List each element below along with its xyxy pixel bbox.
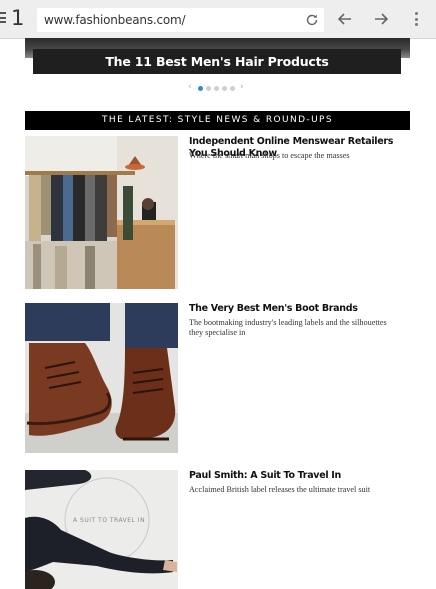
article-thumbnail-store[interactable] (25, 136, 178, 289)
forward-arrow-icon[interactable] (372, 10, 390, 28)
url-text[interactable]: www.fashionbeans.com/ (44, 13, 186, 27)
article-description: Where the smart man shops to escape the … (189, 151, 350, 160)
article-thumbnail-suit[interactable]: A SUIT TO TRAVEL IN (25, 470, 178, 589)
article-title[interactable]: The Very Best Men's Boot Brands (189, 303, 410, 315)
slider-dot[interactable] (230, 86, 235, 91)
reload-icon[interactable] (304, 12, 320, 28)
section-header: THE LATEST: STYLE NEWS & ROUND-UPS (25, 111, 410, 130)
hero-slide-title[interactable]: The 11 Best Men's Hair Products (33, 49, 401, 74)
article-description: Acclaimed British label releases the ult… (189, 485, 371, 494)
slider-dot[interactable] (222, 86, 227, 91)
article-card: The Very Best Men's Boot Brands The boot… (25, 303, 410, 453)
back-arrow-icon[interactable] (336, 10, 354, 28)
image-text: A SUIT TO TRAVEL IN (73, 517, 145, 524)
browser-toolbar: 1 www.fashionbeans.com/ (0, 0, 436, 39)
slider-pager: ‹ › (188, 82, 248, 94)
article-card: A SUIT TO TRAVEL IN Paul Smith: A Suit T… (25, 470, 410, 589)
slider-dot[interactable] (198, 86, 203, 91)
menu-icon[interactable] (0, 12, 6, 23)
article-thumbnail-boots[interactable] (25, 303, 178, 453)
slider-dot[interactable] (206, 86, 211, 91)
overflow-menu-icon[interactable] (414, 12, 420, 28)
slider-next-icon[interactable]: › (240, 82, 244, 92)
slider-prev-icon[interactable]: ‹ (188, 82, 192, 92)
address-bar[interactable]: www.fashionbeans.com/ (37, 8, 324, 32)
article-card: Independent Online Menswear Retailers Yo… (25, 136, 410, 289)
slider-dot[interactable] (214, 86, 219, 91)
article-title[interactable]: Paul Smith: A Suit To Travel In (189, 470, 410, 482)
tab-count[interactable]: 1 (11, 6, 24, 30)
article-description: The bootmaking industry's leading labels… (189, 318, 387, 337)
